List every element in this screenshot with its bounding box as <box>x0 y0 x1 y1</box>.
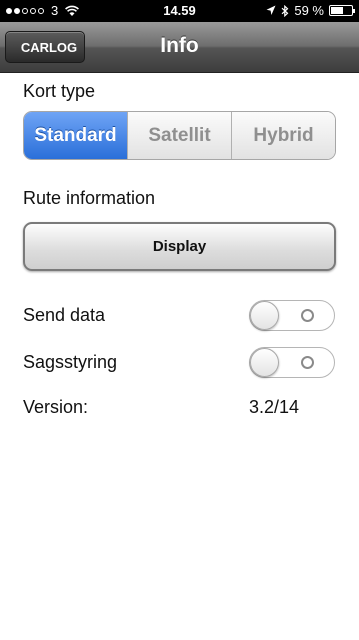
battery-level <box>331 7 343 14</box>
map-type-segmented-control: Standard Satellit Hybrid <box>23 111 336 160</box>
battery-icon <box>329 5 355 16</box>
status-right: 59 % <box>266 3 355 18</box>
case-management-toggle[interactable] <box>249 347 335 378</box>
segment-hybrid[interactable]: Hybrid <box>231 112 335 159</box>
toggle-off-indicator-icon <box>301 356 314 369</box>
display-button[interactable]: Display <box>23 222 336 271</box>
toggle-knob <box>250 301 279 330</box>
send-data-toggle[interactable] <box>249 300 335 331</box>
map-type-label: Kort type <box>23 81 96 101</box>
version-value: 3.2/14 <box>249 397 300 417</box>
navigation-bar: CARLOG Info <box>0 22 359 73</box>
bluetooth-icon <box>281 4 289 17</box>
segment-standard[interactable]: Standard <box>24 112 127 159</box>
battery-percent: 59 % <box>294 3 324 18</box>
segment-satellit[interactable]: Satellit <box>127 112 231 159</box>
toggle-knob <box>250 348 279 377</box>
send-data-label: Send data <box>23 305 106 325</box>
back-button-label: CARLOG <box>20 39 78 55</box>
route-info-label: Rute information <box>23 188 156 208</box>
status-bar: 3 14.59 59 % <box>0 0 359 22</box>
case-management-label: Sagsstyring <box>23 352 118 372</box>
toggle-off-indicator-icon <box>301 309 314 322</box>
version-label: Version: <box>23 397 89 417</box>
location-arrow-icon <box>266 5 276 15</box>
